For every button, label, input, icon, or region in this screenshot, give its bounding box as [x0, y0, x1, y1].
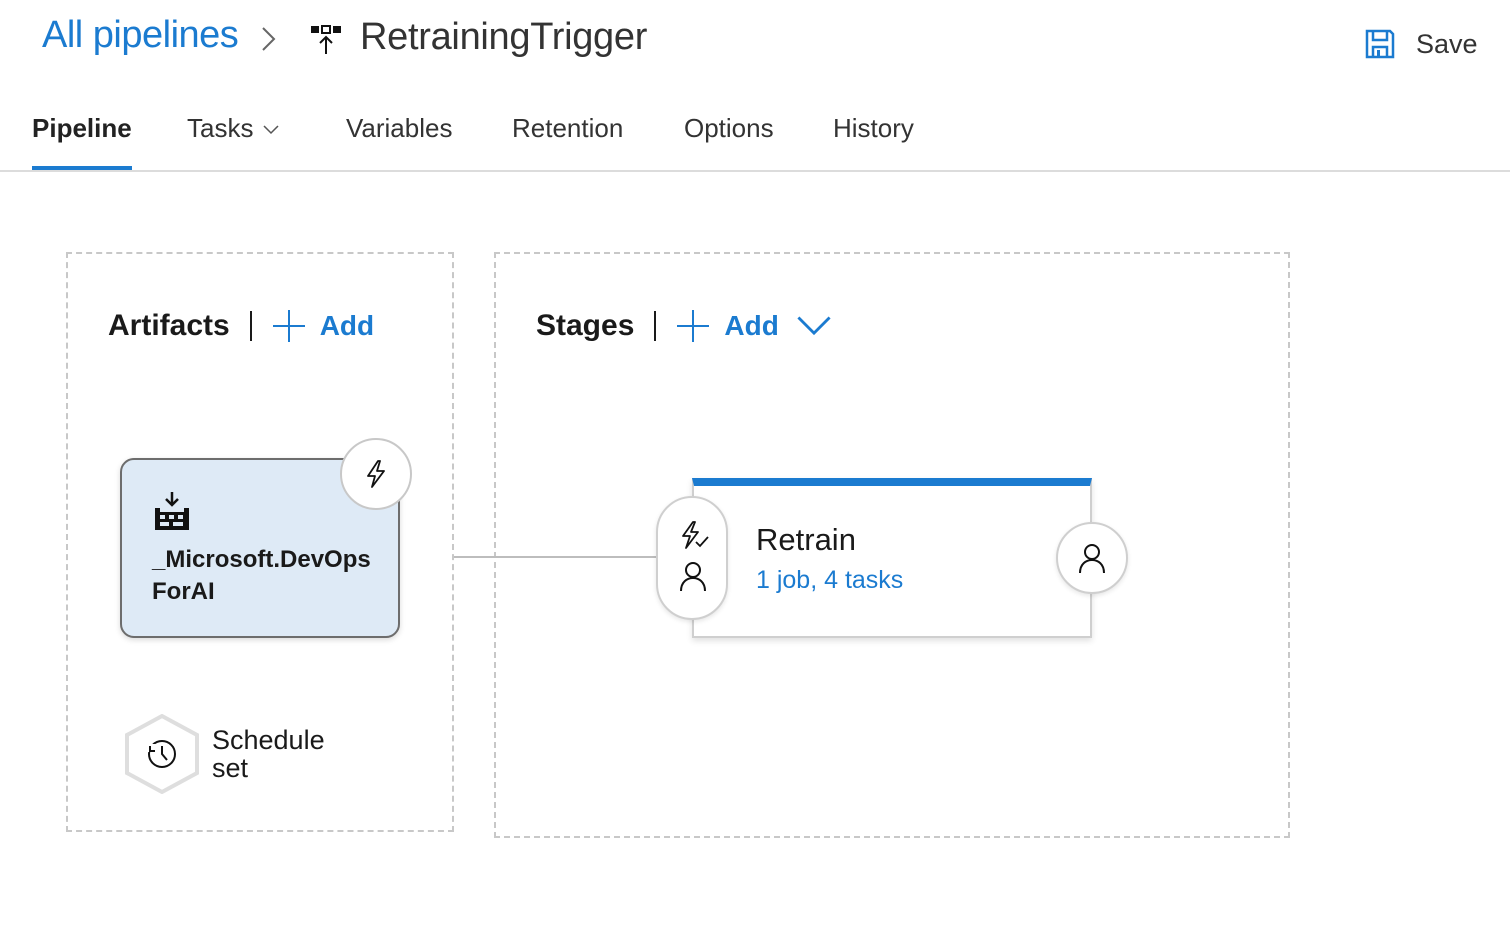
- tab-pipeline[interactable]: Pipeline: [32, 113, 132, 170]
- person-icon: [1079, 544, 1105, 574]
- tab-options[interactable]: Options: [684, 113, 774, 170]
- divider: [654, 311, 657, 341]
- continuous-deployment-trigger-button[interactable]: [340, 438, 412, 510]
- tab-label: Pipeline: [32, 113, 132, 143]
- schedule-label: Schedule set: [212, 725, 325, 783]
- plus-icon: [272, 310, 305, 342]
- trigger-check-icon: [682, 521, 709, 549]
- chevron-down-icon: [797, 316, 831, 336]
- header: All pipelines RetrainingTrigger Save: [0, 0, 1510, 90]
- page-title: RetrainingTrigger: [360, 16, 648, 58]
- artifacts-header: Artifacts Add: [108, 306, 374, 346]
- stage-tasks-link[interactable]: 1 job, 4 tasks: [756, 566, 903, 595]
- save-icon: [1365, 29, 1395, 59]
- schedule-history-icon: [125, 714, 199, 794]
- plus-icon: [677, 310, 710, 342]
- tab-label: Retention: [512, 113, 624, 143]
- stages-title: Stages: [536, 309, 635, 342]
- post-deployment-conditions-button[interactable]: [1056, 522, 1128, 594]
- artifacts-title: Artifacts: [108, 309, 230, 342]
- divider: [249, 311, 252, 341]
- artifact-name: _Microsoft.DevOpsForAI: [152, 546, 371, 605]
- add-stage-button[interactable]: Add: [676, 309, 831, 343]
- chevron-down-icon: [263, 125, 279, 135]
- tab-label: Options: [684, 113, 774, 143]
- save-label: Save: [1416, 28, 1478, 59]
- lightning-icon: [367, 460, 385, 488]
- breadcrumb-all-pipelines[interactable]: All pipelines: [42, 14, 239, 57]
- stages-header: Stages Add: [536, 306, 831, 346]
- tab-retention[interactable]: Retention: [512, 113, 623, 170]
- tab-tasks[interactable]: Tasks: [187, 113, 279, 170]
- save-button[interactable]: Save: [1364, 24, 1478, 64]
- tab-history[interactable]: History: [833, 113, 914, 170]
- tab-label: History: [833, 113, 914, 143]
- add-artifact-button[interactable]: Add: [272, 309, 374, 343]
- tab-bar: Pipeline Tasks Variables Retention Optio…: [0, 100, 1510, 172]
- stage-name: Retrain: [756, 522, 856, 557]
- release-pipeline-icon: [311, 25, 341, 54]
- add-artifact-label: Add: [319, 310, 375, 341]
- artifact-stage-connector: [454, 556, 660, 558]
- build-artifact-icon: [155, 492, 189, 530]
- schedule-trigger[interactable]: Schedule set: [124, 714, 342, 794]
- person-icon: [680, 562, 706, 592]
- stage-card-retrain[interactable]: Retrain 1 job, 4 tasks: [692, 478, 1092, 638]
- tab-variables[interactable]: Variables: [346, 113, 452, 170]
- chevron-right-icon: [262, 27, 276, 51]
- pre-deployment-conditions-button[interactable]: [656, 496, 728, 620]
- tab-label: Tasks: [187, 113, 254, 143]
- tab-label: Variables: [346, 113, 453, 143]
- add-stage-label: Add: [724, 310, 779, 341]
